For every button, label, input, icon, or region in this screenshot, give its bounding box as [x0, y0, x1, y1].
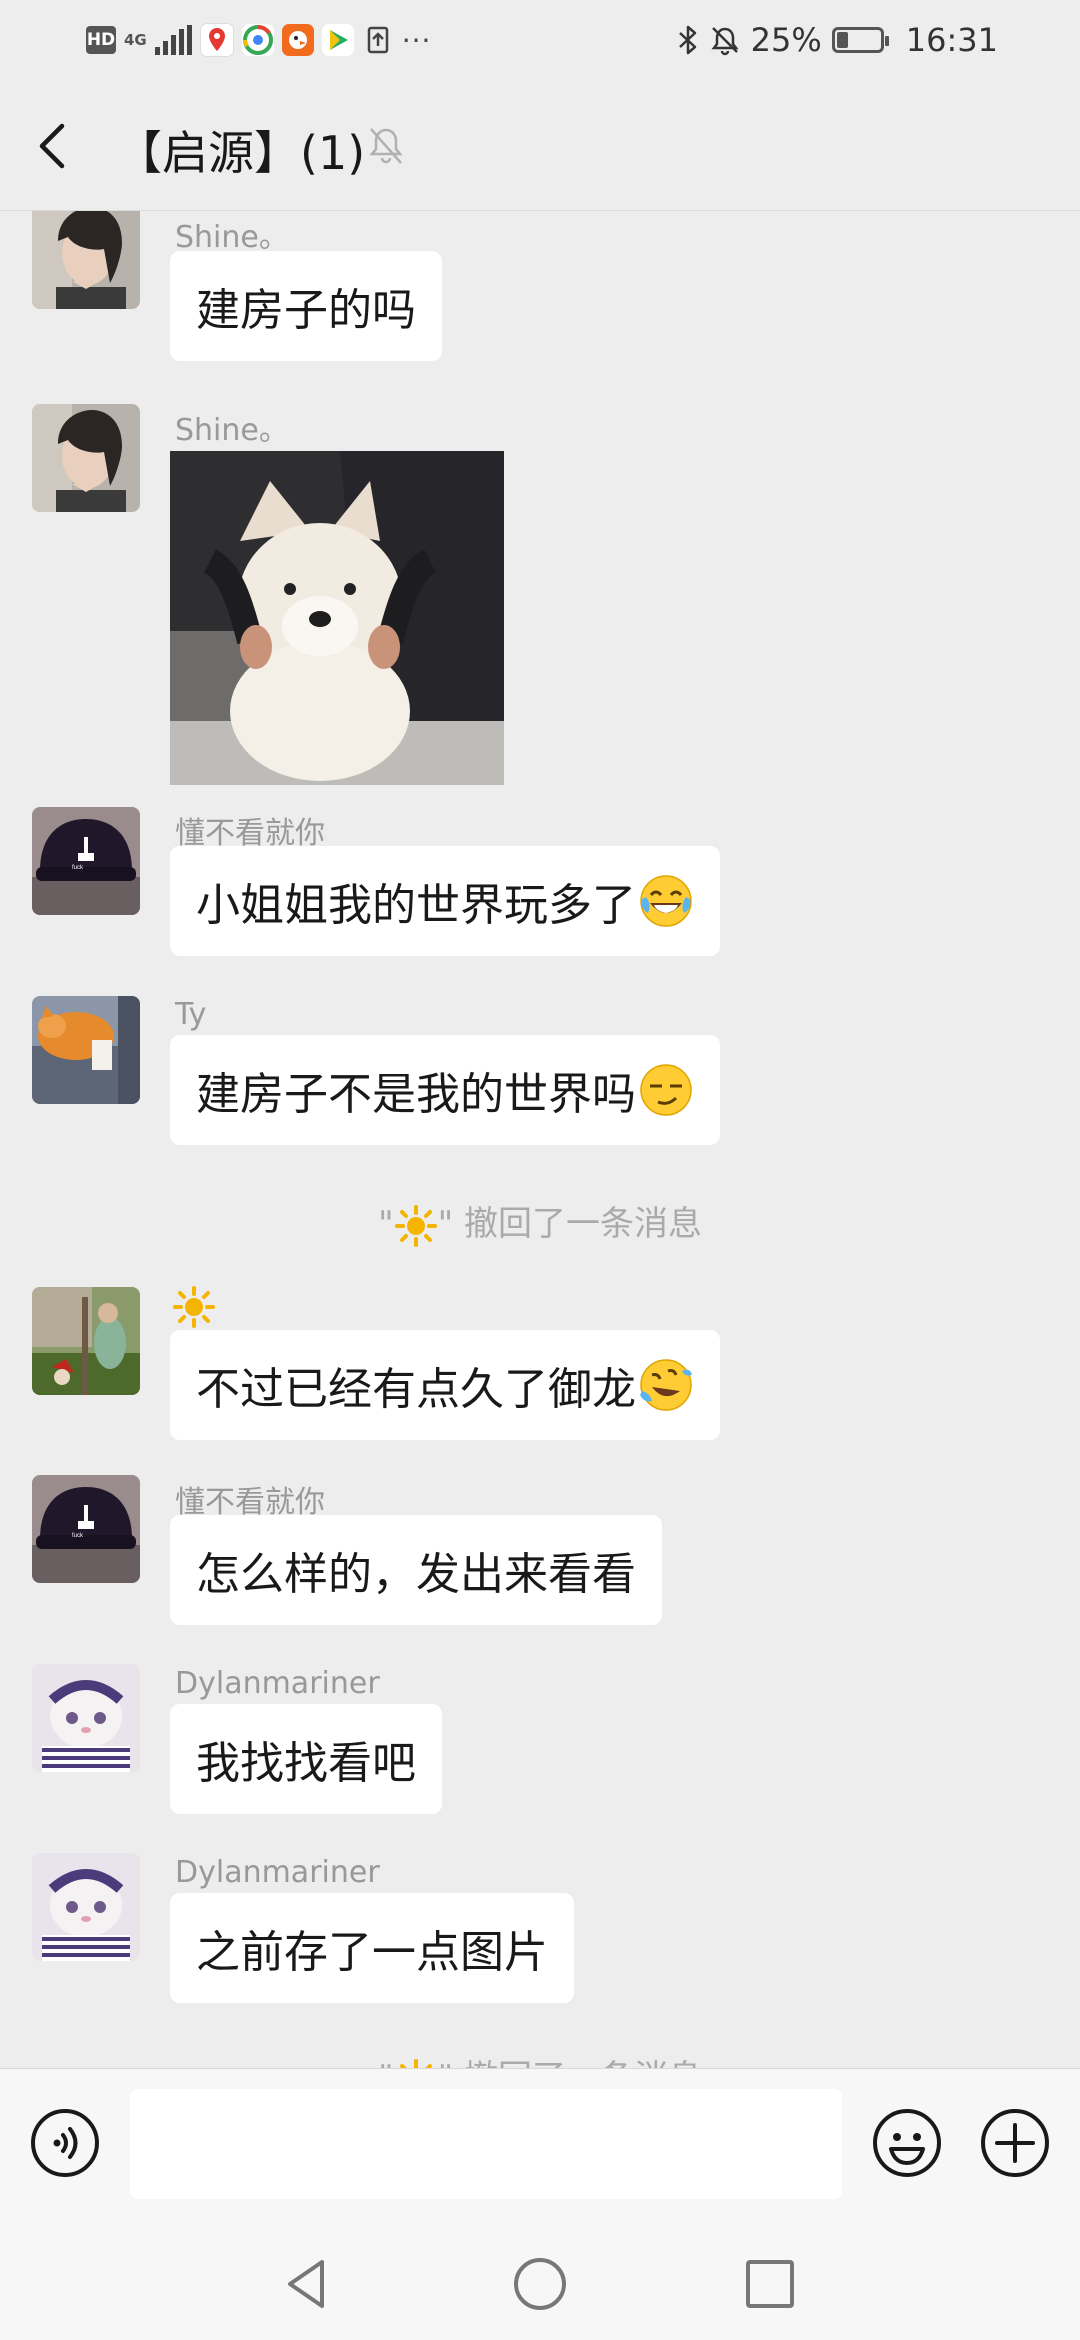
rolling-laugh-emoji-icon: [640, 1359, 692, 1411]
message-bubble[interactable]: 我找找看吧: [170, 1704, 442, 1814]
image-message[interactable]: [170, 451, 504, 785]
message-bubble[interactable]: 建房子不是我的世界吗: [170, 1035, 720, 1145]
message-bubble[interactable]: 小姐姐我的世界玩多了: [170, 846, 720, 956]
sender-name: Shine。: [175, 220, 289, 255]
message-bubble[interactable]: 怎么样的，发出来看看: [170, 1515, 662, 1625]
recall-text: " 撤回了一条消息: [437, 1204, 703, 1244]
circle-home-icon[interactable]: [508, 2252, 572, 2316]
sun-avatar-icon: [394, 1204, 437, 1247]
muted-bell-icon: [369, 128, 403, 164]
status-left-icons: HD 4G ···: [86, 22, 431, 58]
avatar[interactable]: [32, 211, 140, 309]
upload-icon: [362, 24, 394, 56]
system-navigation-bar: [0, 2224, 1080, 2340]
status-bar: HD 4G ··· 25% 16:31: [0, 0, 1080, 80]
avatar[interactable]: [32, 1664, 140, 1772]
status-right-icons: 25% 16:31: [677, 18, 998, 62]
sun-name-icon: [173, 1286, 215, 1328]
laughing-tears-emoji-icon: [640, 875, 692, 927]
svg-text:fuck: fuck: [72, 1533, 84, 1539]
emoji-icon[interactable]: [871, 2107, 943, 2179]
message-bubble[interactable]: 建房子的吗: [170, 251, 442, 361]
sun-avatar-icon: [399, 2058, 432, 2068]
battery-percent: 25%: [750, 21, 822, 59]
voice-icon[interactable]: [29, 2107, 101, 2179]
browser-app-icon: [241, 24, 274, 56]
triangle-back-icon[interactable]: [276, 2252, 340, 2316]
maps-app-icon: [199, 23, 234, 57]
clock: 16:31: [905, 21, 998, 59]
recall-notice: "" 撤回了一条消息: [0, 1196, 1080, 1248]
battery-icon: [831, 27, 889, 53]
recall-notice: "" 撤回了一条消息: [0, 2050, 1080, 2068]
message-input[interactable]: [130, 2089, 842, 2199]
silent-bell-icon: [711, 27, 739, 56]
message-text: 建房子不是我的世界吗: [196, 1069, 636, 1120]
network-type-icon: 4G: [124, 31, 147, 49]
avatar[interactable]: fuck: [32, 1475, 140, 1583]
message-bubble[interactable]: 之前存了一点图片: [170, 1893, 574, 2003]
message-text: 小姐姐我的世界玩多了: [196, 880, 636, 931]
chat-screen: HD 4G ··· 25% 16:31 【启源】(1) Shine。 建房子的吗…: [0, 0, 1080, 2340]
back-arrow-icon[interactable]: [30, 116, 74, 176]
group-title: 【启源】(1): [116, 126, 366, 180]
sender-name: Ty: [175, 997, 207, 1032]
message-text: 不过已经有点久了御龙: [196, 1364, 636, 1415]
bird-app-icon: [281, 24, 314, 56]
square-recent-icon[interactable]: [738, 2252, 802, 2316]
avatar[interactable]: [32, 1287, 140, 1395]
avatar[interactable]: fuck: [32, 807, 140, 915]
chat-header: 【启源】(1): [0, 80, 1080, 211]
video-app-icon: [321, 24, 354, 56]
smirk-emoji-icon: [640, 1064, 692, 1116]
signal-icon: [154, 25, 192, 55]
input-bar: [0, 2068, 1080, 2225]
hd-icon: HD: [86, 26, 116, 54]
avatar[interactable]: [32, 996, 140, 1104]
sender-name: Dylanmariner: [175, 1855, 380, 1890]
message-bubble[interactable]: 不过已经有点久了御龙: [170, 1330, 720, 1440]
avatar[interactable]: [32, 404, 140, 512]
more-notifications-icon: ···: [401, 23, 432, 57]
avatar[interactable]: [32, 1853, 140, 1961]
svg-text:fuck: fuck: [72, 865, 84, 871]
plus-icon[interactable]: [979, 2107, 1051, 2179]
bluetooth-icon: [678, 25, 696, 55]
sender-name: Dylanmariner: [175, 1666, 380, 1701]
sender-name: Shine。: [175, 413, 289, 448]
recall-text: " 撤回了一条消息: [438, 2058, 702, 2068]
message-list[interactable]: Shine。 建房子的吗 Shine。 fuck 懂不看就你 小姐姐我的世界玩多…: [0, 211, 1080, 2068]
